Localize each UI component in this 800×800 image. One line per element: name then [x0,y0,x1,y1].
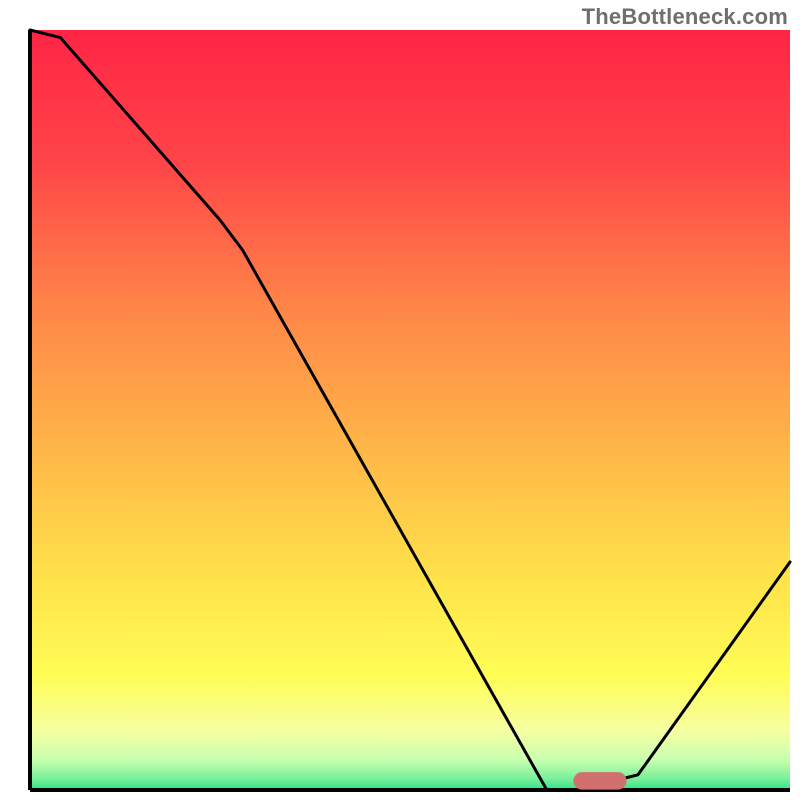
optimal-marker [573,772,626,789]
watermark-text: TheBottleneck.com [582,4,788,30]
chart-svg [0,0,800,800]
chart-container: TheBottleneck.com [0,0,800,800]
chart-background [30,30,790,790]
